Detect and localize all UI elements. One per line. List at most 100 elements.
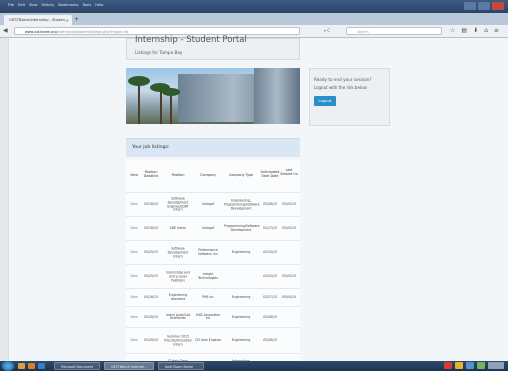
table-row: View 05/25/15 Internships and Entry Level … (126, 264, 300, 289)
view-link[interactable]: View (128, 295, 140, 300)
table-cell: Internships and Entry Level Positions (166, 270, 190, 282)
title-bar: File Edit View History Bookmarks Tools H… (0, 0, 508, 13)
col-deadline: Position Deadline (143, 170, 159, 178)
explorer-icon[interactable] (18, 363, 25, 369)
table-row: View 05/26/15 Engineering Assistant PHB Inc… (126, 288, 300, 307)
taskbar-item-browser[interactable]: CBT-TBAnch Internsh... (104, 362, 154, 370)
taskbar: Microsoft Document CBT-TBAnch Internsh..… (0, 361, 508, 371)
system-tray (444, 362, 504, 369)
menu-file[interactable]: File (8, 3, 14, 7)
menu-bar: File Edit View History Bookmarks Tools H… (8, 3, 103, 7)
bookmark-star-icon[interactable]: ☆ (450, 27, 455, 34)
view-link[interactable]: View (128, 274, 140, 279)
view-link[interactable]: View (128, 202, 140, 207)
maximize-button[interactable] (478, 2, 490, 10)
clock (488, 362, 504, 369)
tray-icon[interactable] (444, 362, 452, 369)
toolbar-icons: ☆ ▤ ⬇ ⌂ ≡ (450, 27, 499, 34)
page-subtitle: Listings for Tampa Bay (135, 50, 183, 55)
listings-heading-box: Your job listings: (126, 138, 300, 157)
table-cell: Intern Auto/Cad Draftsman (165, 312, 191, 321)
table-cell: Performance Software, Inc (197, 248, 219, 256)
table-cell: Programming/Software Development (224, 224, 260, 232)
start-button[interactable] (2, 361, 14, 371)
tray-icon[interactable] (455, 362, 463, 369)
table-cell: 02/25/15 (263, 274, 277, 279)
taskbar-item-document[interactable]: Microsoft Document (54, 362, 100, 370)
table-row: View 05/26/15 Summer 2015 Proc/Optimizatio… (126, 327, 300, 354)
back-arrow-icon[interactable]: ◀ (3, 27, 8, 34)
col-company-type: Company Type (228, 173, 254, 177)
screen: File Edit View History Bookmarks Tools H… (0, 0, 508, 371)
table-cell: 02/17/15 (263, 226, 277, 231)
view-link[interactable]: View (128, 338, 140, 343)
table-cell: 05/26/15 (144, 314, 158, 319)
table-cell: Engineering Assistant (168, 293, 188, 301)
table-cell: 05/16/15 (144, 202, 158, 207)
col-view: View (130, 173, 138, 177)
col-start-date: Anticipated Start Date (260, 170, 280, 178)
table-cell: MLB Associates Inc (196, 312, 220, 321)
job-listings-table: View Position Deadline Position Company … (126, 160, 300, 367)
palm-trunk (138, 82, 140, 124)
url-domain: www.usf-tieam.org (25, 30, 57, 34)
menu-bookmarks[interactable]: Bookmarks (58, 3, 78, 7)
palm-trunk (170, 92, 172, 124)
session-prompt: Ready to end your session? (314, 77, 372, 82)
table-cell: Summer 2015 Proc/Optimization Intern (164, 334, 192, 346)
tab-title: CBT-TBAnchInternship - Studen... (9, 18, 66, 22)
new-tab-button[interactable]: + (74, 17, 79, 23)
palm-fronds (162, 88, 180, 96)
table-cell: 05/25/15 (144, 250, 158, 255)
table-cell: Engineering, Programming/Software Develo… (224, 198, 260, 210)
table-row: View 05/25/15 Software Development Intern P… (126, 240, 300, 265)
tab-internship-portal[interactable]: CBT-TBAnchInternship - Studen... × (4, 15, 72, 25)
table-cell: 05/25/15 (144, 274, 158, 279)
table-cell: Insight Technologies (198, 272, 218, 280)
url-path: /internship/student/listings.php?region=… (56, 30, 129, 34)
campus-banner-image (126, 68, 300, 124)
table-cell: Software Development Engineer/DBT Intern (167, 196, 189, 212)
close-tab-icon[interactable]: × (66, 18, 69, 23)
table-cell: Intarget (201, 202, 215, 207)
portal-header: Internship - Student Portal Listings for… (126, 35, 300, 60)
downloads-icon[interactable]: ⬇ (473, 27, 478, 34)
tray-icon[interactable] (477, 362, 485, 369)
table-cell: Engineering (231, 314, 251, 319)
menu-edit[interactable]: Edit (18, 3, 25, 7)
view-link[interactable]: View (128, 250, 140, 255)
reload-icon[interactable]: ▾ C (324, 28, 330, 33)
window-controls (464, 2, 504, 10)
close-window-button[interactable] (492, 2, 504, 10)
page-title: Internship - Student Portal (135, 35, 247, 45)
library-icon[interactable]: ▤ (461, 27, 467, 34)
search-input[interactable]: Search (346, 27, 442, 35)
view-link[interactable]: View (128, 226, 140, 231)
minimize-button[interactable] (464, 2, 476, 10)
building-tower-shape (254, 68, 300, 124)
table-cell: Engineering (231, 250, 251, 255)
logout-button[interactable]: Logout (314, 96, 336, 106)
palm-fronds (128, 76, 150, 86)
menu-help[interactable]: Help (95, 3, 103, 7)
home-icon[interactable]: ⌂ (484, 27, 488, 34)
menu-history[interactable]: History (42, 3, 55, 7)
media-icon[interactable] (38, 363, 45, 369)
table-cell: 05/26/15 (144, 338, 158, 343)
tray-icon[interactable] (466, 362, 474, 369)
firefox-icon[interactable] (28, 363, 35, 369)
menu-icon[interactable]: ≡ (494, 27, 499, 34)
menu-tools[interactable]: Tools (82, 3, 91, 7)
page-content: Internship - Student Portal Listings for… (0, 35, 508, 367)
view-link[interactable]: View (128, 315, 140, 320)
menu-view[interactable]: View (29, 3, 38, 7)
table-cell: 02/15/15 (263, 250, 277, 255)
url-bar[interactable]: www.usf-tieam.org/internship/student/lis… (14, 27, 300, 35)
table-cell: Software Development Intern (167, 246, 189, 258)
table-cell: SDE Intern (169, 226, 187, 231)
taskbar-item-app[interactable]: Jacki Ebam Nume (158, 362, 204, 370)
table-cell: 05/05/15 (282, 295, 296, 300)
table-row: View 05/26/15 Intern Auto/Cad Draftsman MLB… (126, 306, 300, 328)
table-cell: Intarget (201, 226, 215, 231)
col-last-viewed: Last Viewed On (280, 168, 298, 176)
